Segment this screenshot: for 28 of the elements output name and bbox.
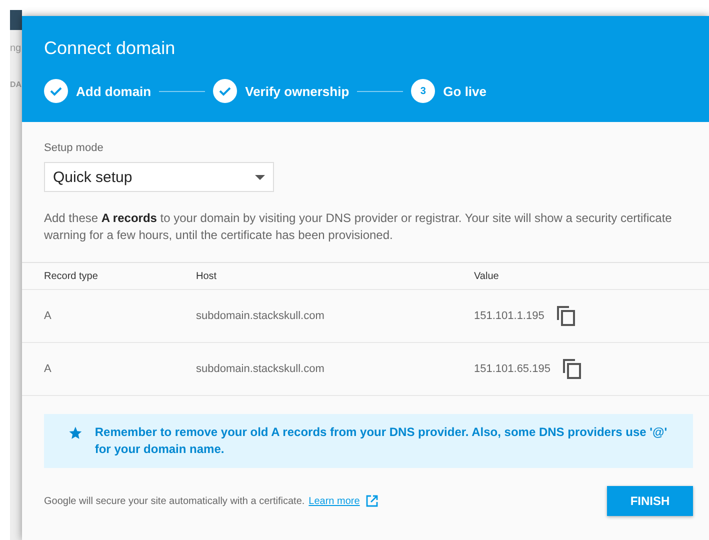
step-label: Add domain: [76, 84, 152, 98]
field-label: Setup mode: [44, 142, 104, 154]
footer-text: Google will secure your site automatically with a certificate.: [44, 496, 305, 506]
column-header: Value: [474, 270, 500, 282]
copy-icon[interactable]: [556, 305, 576, 327]
step-label: Verify ownership: [245, 84, 350, 98]
background-text: ng: [10, 44, 22, 54]
column-header: Host: [196, 270, 218, 282]
table-cell: 151.101.1.195: [474, 310, 544, 322]
background-text: DA: [10, 80, 22, 89]
table-cell-text: subdomain.stackskull.com: [196, 310, 326, 322]
external-link-icon[interactable]: [366, 495, 378, 507]
step-label: Go live: [443, 84, 487, 98]
setup-mode-dropdown[interactable]: Quick setup: [44, 162, 274, 192]
dropdown-caret-icon: [255, 174, 265, 180]
step-number: 3: [411, 79, 436, 103]
instructions-text: Add these A records to your domain by visiting your DNS provider or registrar. Your site will show a security certificate warning for a few hours, until the certificate has been provisioned.: [44, 210, 673, 244]
copy-icon[interactable]: [562, 358, 582, 380]
learn-more-link[interactable]: Learn more: [308, 496, 360, 506]
dialog-title: Connect domain: [44, 38, 176, 59]
table-cell-text: subdomain.stackskull.com: [196, 363, 326, 375]
column-header: Record type: [44, 270, 99, 282]
table-cell: 151.101.65.195: [474, 363, 550, 375]
finish-button[interactable]: FINISH: [607, 486, 693, 516]
notice-text: Remember to remove your old A records from your DNS provider. Also, some DNS providers use '@' for your domain name.: [94, 424, 668, 458]
table-cell-text: A: [44, 363, 52, 375]
star-icon: [68, 424, 83, 442]
table-cell-text: A: [44, 310, 52, 322]
